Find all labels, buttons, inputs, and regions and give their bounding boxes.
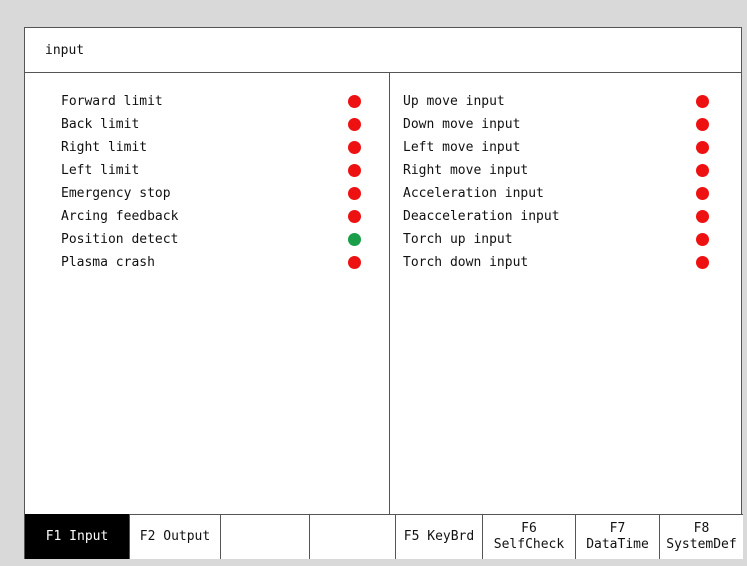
f6-label: F6 SelfCheck — [493, 521, 565, 552]
f1-input-button[interactable]: F1 Input — [25, 514, 129, 559]
input-screen: input Forward limit Back limit Right lim… — [24, 27, 743, 559]
f6-selfcheck-button[interactable]: F6 SelfCheck — [482, 514, 575, 559]
f7-datatime-button[interactable]: F7 DataTime — [575, 514, 659, 559]
f2-output-button[interactable]: F2 Output — [129, 514, 220, 559]
page-title: input — [45, 43, 85, 58]
input-row-deacceleration: Deacceleration input — [403, 205, 709, 228]
input-label: Deacceleration input — [403, 209, 560, 224]
input-label: Up move input — [403, 94, 505, 109]
f2-label: F2 Output — [139, 529, 211, 544]
f3-button[interactable] — [220, 514, 309, 559]
f5-keybrd-button[interactable]: F5 KeyBrd — [395, 514, 482, 559]
input-row-left-move: Left move input — [403, 136, 709, 159]
input-row-forward-limit: Forward limit — [61, 90, 361, 113]
input-label: Arcing feedback — [61, 209, 179, 224]
status-indicator-icon — [696, 256, 709, 269]
input-row-position-detect: Position detect — [61, 228, 361, 251]
input-row-torch-up: Torch up input — [403, 228, 709, 251]
input-label: Plasma crash — [61, 255, 155, 270]
input-row-up-move: Up move input — [403, 90, 709, 113]
input-label: Torch down input — [403, 255, 529, 270]
status-indicator-icon — [696, 118, 709, 131]
input-label: Left move input — [403, 140, 521, 155]
f5-label: F5 KeyBrd — [403, 529, 475, 544]
input-label: Down move input — [403, 117, 521, 132]
status-indicator-icon — [696, 95, 709, 108]
input-label: Forward limit — [61, 94, 163, 109]
status-indicator-icon — [696, 141, 709, 154]
status-indicator-icon — [696, 164, 709, 177]
function-key-bar: F1 Input F2 Output F5 KeyBrd F6 SelfChec… — [25, 514, 743, 559]
screen-header: input — [25, 28, 741, 73]
f1-label: F1 Input — [45, 529, 109, 544]
left-input-panel: Forward limit Back limit Right limit Lef… — [25, 73, 390, 543]
f7-name-label: DataTime — [586, 537, 649, 552]
f4-button[interactable] — [309, 514, 395, 559]
status-indicator-icon — [696, 210, 709, 223]
input-row-back-limit: Back limit — [61, 113, 361, 136]
input-label: Back limit — [61, 117, 140, 132]
input-label: Left limit — [61, 163, 140, 178]
input-row-down-move: Down move input — [403, 113, 709, 136]
status-indicator-icon — [348, 95, 361, 108]
input-row-arcing-feedback: Arcing feedback — [61, 205, 361, 228]
input-label: Right move input — [403, 163, 529, 178]
input-row-plasma-crash: Plasma crash — [61, 251, 361, 274]
input-row-right-limit: Right limit — [61, 136, 361, 159]
input-label: Emergency stop — [61, 186, 171, 201]
input-row-right-move: Right move input — [403, 159, 709, 182]
input-row-left-limit: Left limit — [61, 159, 361, 182]
status-indicator-icon — [348, 118, 361, 131]
status-indicator-icon — [348, 233, 361, 246]
input-label: Torch up input — [403, 232, 513, 247]
input-row-acceleration: Acceleration input — [403, 182, 709, 205]
f8-systemdef-button[interactable]: F8 SystemDef — [659, 514, 743, 559]
status-indicator-icon — [348, 141, 361, 154]
input-row-emergency-stop: Emergency stop — [61, 182, 361, 205]
status-indicator-icon — [696, 187, 709, 200]
input-label: Right limit — [61, 140, 148, 155]
input-label: Position detect — [61, 232, 179, 247]
input-row-torch-down: Torch down input — [403, 251, 709, 274]
input-label: Acceleration input — [403, 186, 544, 201]
status-indicator-icon — [348, 256, 361, 269]
status-indicator-icon — [348, 164, 361, 177]
status-indicator-icon — [696, 233, 709, 246]
f7-key-label: F7 — [609, 521, 626, 536]
right-input-panel: Up move input Down move input Left move … — [390, 73, 743, 543]
f8-key-label: F8 — [693, 521, 710, 536]
status-indicator-icon — [348, 210, 361, 223]
f8-name-label: SystemDef — [666, 537, 737, 552]
status-indicator-icon — [348, 187, 361, 200]
